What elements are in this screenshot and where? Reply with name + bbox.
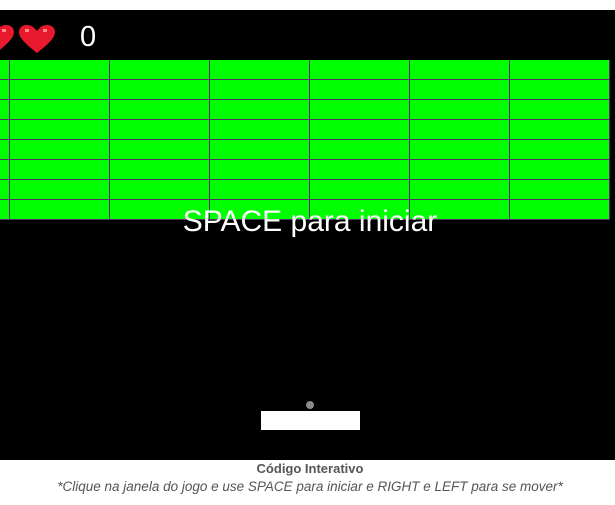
brick [110, 160, 210, 180]
brick [110, 80, 210, 100]
brick [210, 80, 310, 100]
brick [410, 120, 510, 140]
brick [510, 120, 610, 140]
brick [10, 120, 110, 140]
brick [0, 160, 10, 180]
brick [110, 140, 210, 160]
brick [410, 160, 510, 180]
brick [310, 60, 410, 80]
page: 0 SPACE para iniciar Código Interativo *… [0, 0, 615, 505]
brick [0, 60, 10, 80]
brick [210, 140, 310, 160]
brick [310, 160, 410, 180]
brick [0, 100, 10, 120]
brick [110, 100, 210, 120]
brick [10, 160, 110, 180]
caption-instructions: *Clique na janela do jogo e use SPACE pa… [57, 479, 563, 494]
brick [510, 140, 610, 160]
brick [210, 160, 310, 180]
brick [210, 60, 310, 80]
caption-title: Código Interativo [256, 461, 364, 476]
brick [510, 180, 610, 200]
brick [10, 140, 110, 160]
brick [10, 60, 110, 80]
brick [110, 60, 210, 80]
heart-icon [18, 25, 56, 55]
brick [310, 180, 410, 200]
brick [10, 80, 110, 100]
brick [410, 100, 510, 120]
brick [10, 100, 110, 120]
brick [410, 140, 510, 160]
brick [210, 100, 310, 120]
start-message: SPACE para iniciar [182, 205, 438, 238]
brick [10, 180, 110, 200]
brick [410, 60, 510, 80]
brick [310, 120, 410, 140]
brick [0, 140, 10, 160]
brick [0, 120, 10, 140]
heart-icon [0, 25, 15, 55]
brick [510, 60, 610, 80]
brick [510, 100, 610, 120]
brick [210, 180, 310, 200]
brick [110, 120, 210, 140]
ball [306, 401, 314, 409]
brick [210, 120, 310, 140]
brick [310, 140, 410, 160]
paddle[interactable] [261, 411, 360, 430]
game-canvas[interactable]: 0 SPACE para iniciar [0, 10, 615, 460]
brick [310, 80, 410, 100]
brick [310, 100, 410, 120]
brick [410, 180, 510, 200]
brick [0, 80, 10, 100]
brick [0, 180, 10, 200]
score-display: 0 [80, 21, 97, 53]
brick [510, 160, 610, 180]
brick [110, 180, 210, 200]
brick [410, 80, 510, 100]
brick [510, 80, 610, 100]
